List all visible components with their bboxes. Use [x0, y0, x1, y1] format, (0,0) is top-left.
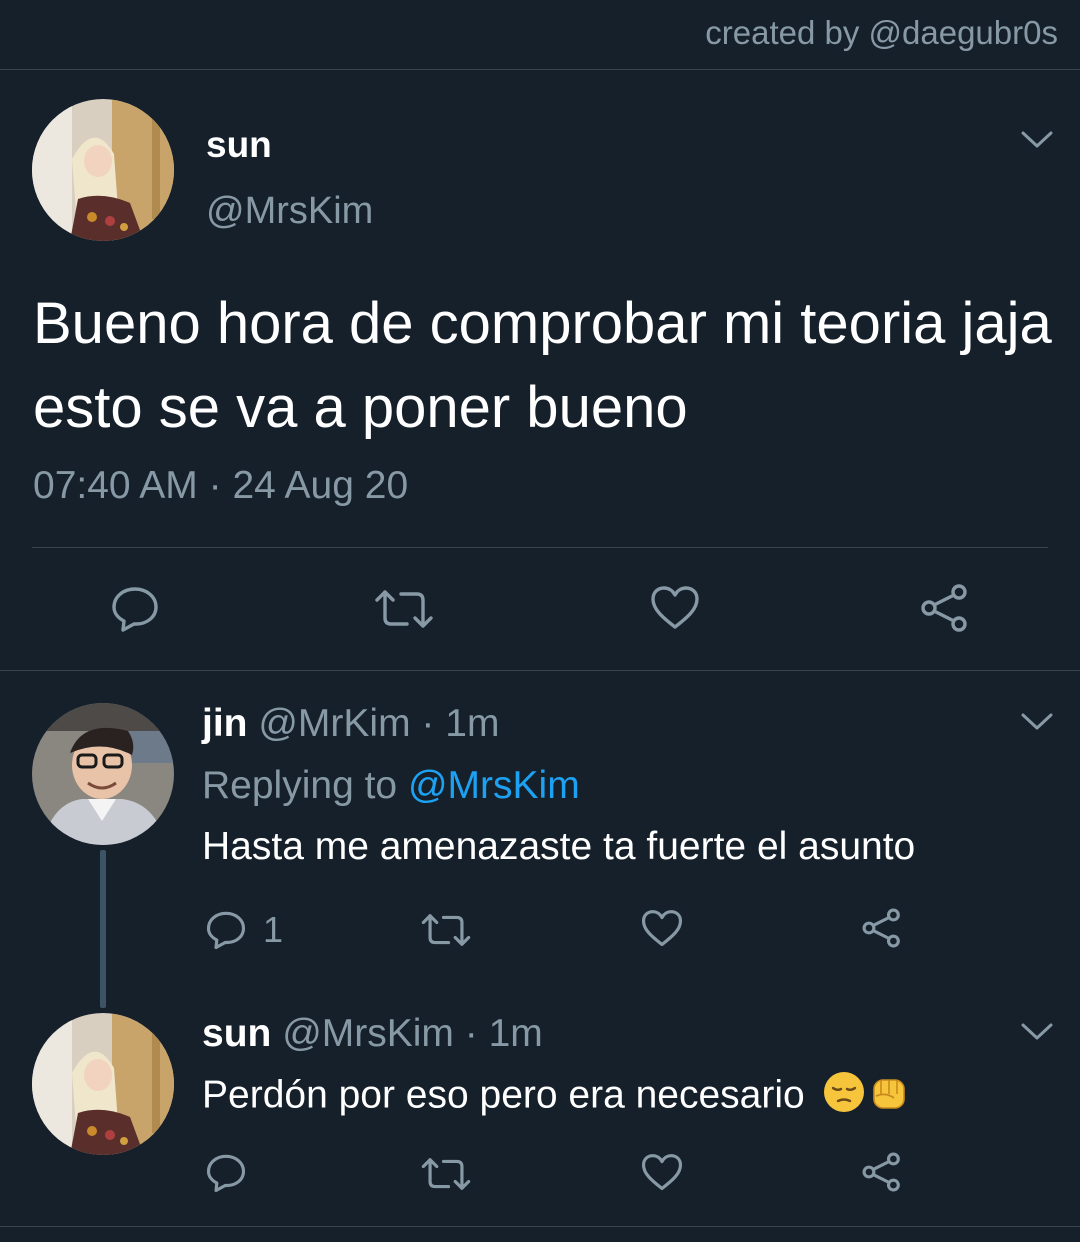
- share-icon: [862, 908, 900, 948]
- reply-icon: [206, 1154, 246, 1193]
- replying-to-link[interactable]: @MrsKim: [408, 764, 580, 807]
- reply-author-name[interactable]: jin: [202, 702, 248, 745]
- meta-separator: ·: [208, 464, 222, 507]
- avatar-sun[interactable]: [32, 1013, 174, 1155]
- retweet-icon: [421, 914, 471, 946]
- like-button[interactable]: [650, 585, 700, 631]
- chevron-down-icon[interactable]: [1020, 1022, 1054, 1042]
- share-button[interactable]: [860, 907, 904, 949]
- section-divider: [0, 670, 1080, 671]
- author-name[interactable]: sun: [206, 124, 272, 166]
- reply-author-handle[interactable]: @MrsKim: [282, 1012, 454, 1055]
- retweet-button[interactable]: [373, 588, 435, 630]
- retweet-icon: [375, 590, 433, 628]
- retweet-button[interactable]: [420, 912, 472, 948]
- replying-label: Replying to: [202, 764, 398, 807]
- reply-button[interactable]: [205, 1153, 247, 1193]
- credit-text: created by @daegubr0s: [705, 14, 1058, 51]
- replying-to: Replying to @MrsKim: [202, 764, 580, 808]
- share-button[interactable]: [918, 583, 972, 633]
- chevron-down-icon[interactable]: [1020, 130, 1054, 150]
- reply-author-name[interactable]: sun: [202, 1012, 271, 1055]
- reply-time[interactable]: 1m: [445, 702, 499, 745]
- bottom-divider: [0, 1226, 1080, 1227]
- reply-button[interactable]: 1: [205, 909, 283, 951]
- reply-text: Perdón por eso pero era necesario: [202, 1073, 805, 1117]
- like-icon: [651, 586, 699, 629]
- retweet-button[interactable]: [420, 1156, 472, 1192]
- main-divider: [32, 547, 1048, 548]
- reply-header: jin @MrKim · 1m: [202, 702, 499, 746]
- reply-separator: ·: [464, 1012, 478, 1055]
- avatar-sun-image: [32, 99, 174, 241]
- reply-header: sun @MrsKim · 1m: [202, 1012, 543, 1056]
- tweet-time: 07:40 AM: [33, 464, 198, 507]
- reply-author-handle[interactable]: @MrKim: [258, 702, 410, 745]
- reply-text: Hasta me amenazaste ta fuerte el asunto: [202, 825, 916, 868]
- like-icon: [641, 1154, 683, 1191]
- chevron-down-icon[interactable]: [1020, 712, 1054, 732]
- avatar-jin-image: [32, 703, 174, 845]
- reply-button[interactable]: [110, 585, 160, 633]
- retweet-icon: [421, 1158, 471, 1190]
- tweet-timestamp[interactable]: 07:40 AM · 24 Aug 20: [33, 464, 408, 508]
- author-handle[interactable]: @MrsKim: [206, 190, 373, 233]
- raised-fist-emoji: [868, 1070, 910, 1124]
- share-icon: [862, 1152, 900, 1192]
- reply-count: 1: [263, 909, 284, 950]
- like-button[interactable]: [641, 1153, 683, 1192]
- avatar-jin[interactable]: [32, 703, 174, 845]
- share-button[interactable]: [860, 1151, 904, 1193]
- reply-separator: ·: [421, 702, 435, 745]
- like-icon: [641, 910, 683, 947]
- avatar-sun-image: [32, 1013, 174, 1155]
- avatar-sun[interactable]: [32, 99, 174, 241]
- share-icon: [921, 584, 967, 632]
- reply-icon: [206, 911, 246, 950]
- like-button[interactable]: [641, 909, 683, 948]
- tweet-text: Bueno hora de comprobar mi teoria jaja e…: [33, 291, 1052, 440]
- reply-icon: [112, 587, 158, 632]
- header-divider: [0, 69, 1080, 70]
- thread-line: [100, 850, 106, 1008]
- tweet-date: 24 Aug 20: [232, 464, 409, 507]
- reply-time[interactable]: 1m: [489, 1012, 543, 1055]
- pensive-face-emoji: [822, 1070, 866, 1124]
- reply-text-line: Perdón por eso pero era necesario: [202, 1070, 910, 1124]
